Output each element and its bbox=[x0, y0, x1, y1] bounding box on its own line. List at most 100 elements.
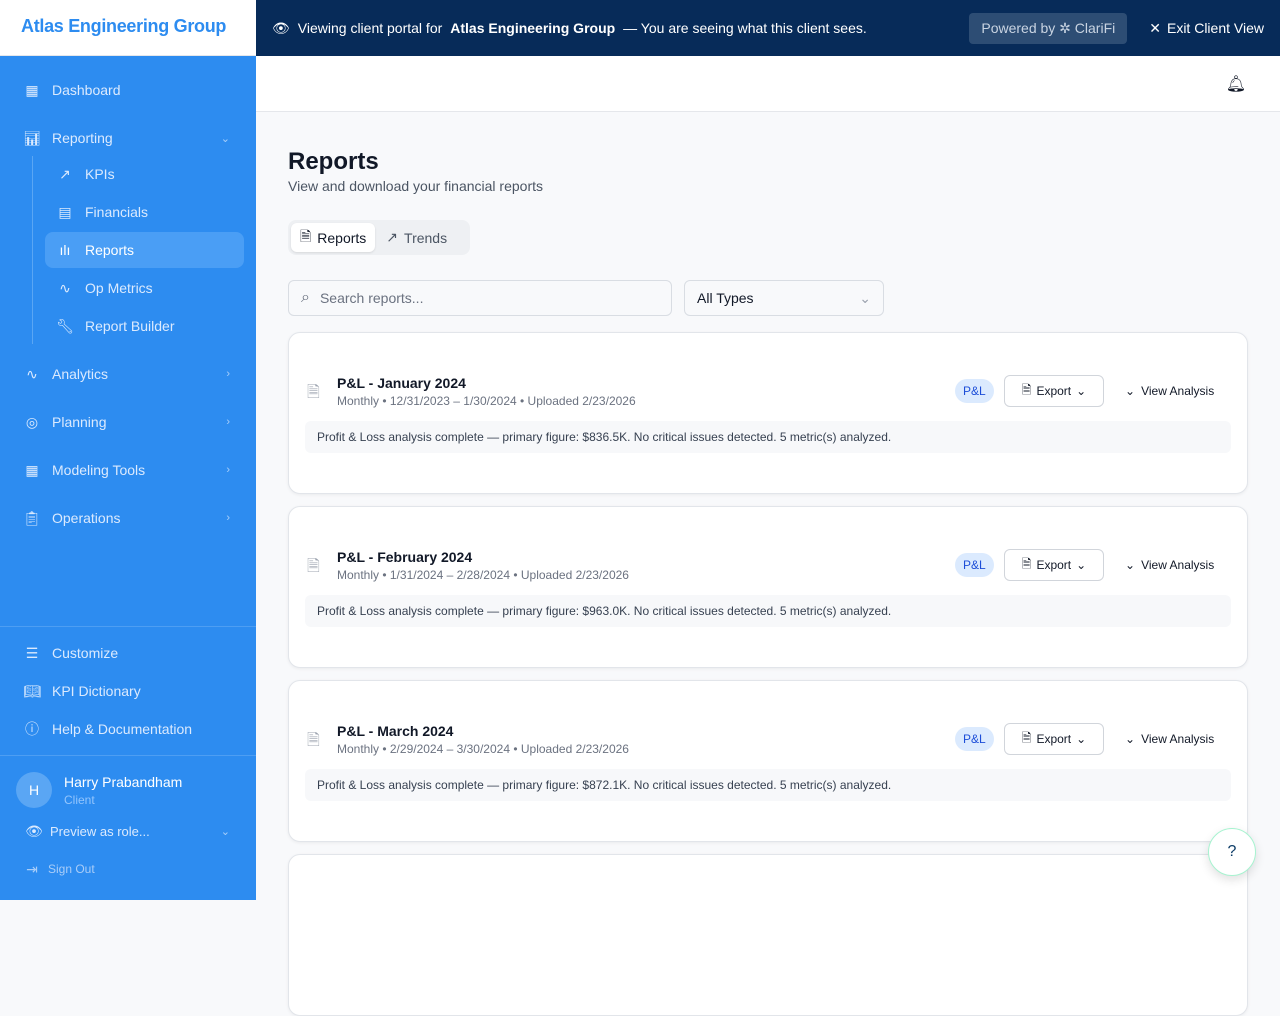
exit-client-view-button[interactable]: ✕ Exit Client View bbox=[1149, 20, 1264, 37]
sidebar-item-financials[interactable]: ▤ Financials bbox=[45, 194, 244, 230]
chevron-down-icon: ⌄ bbox=[1076, 384, 1087, 398]
search-icon: ⌕ bbox=[301, 289, 310, 306]
submenu-line bbox=[32, 156, 33, 344]
report-meta: Monthly • 12/31/2023 – 1/30/2024 • Uploa… bbox=[337, 394, 636, 408]
user-name: Harry Prabandham bbox=[64, 774, 183, 790]
wrench-icon: 🔧︎ bbox=[56, 317, 74, 334]
sidebar-item-operations[interactable]: 📋︎ Operations › bbox=[0, 500, 256, 536]
label: Operations bbox=[52, 510, 121, 526]
sidebar-item-modeling-tools[interactable]: ▦ Modeling Tools › bbox=[0, 452, 256, 488]
view-analysis-label: View Analysis bbox=[1141, 732, 1215, 746]
banner-prefix: Viewing client portal for bbox=[297, 20, 443, 36]
report-title: P&L - January 2024 bbox=[337, 375, 466, 391]
sidebar-item-dashboard[interactable]: ▦ Dashboard bbox=[0, 72, 256, 108]
banner-suffix: — You are seeing what this client sees. bbox=[623, 20, 867, 36]
sidebar-item-analytics[interactable]: ∿ Analytics › bbox=[0, 356, 256, 392]
activity-icon: ∿ bbox=[59, 279, 71, 296]
chevron-down-icon: ⌄ bbox=[1076, 732, 1087, 746]
help-button[interactable]: ? bbox=[1208, 828, 1256, 876]
label: Op Metrics bbox=[85, 280, 153, 296]
label: Report Builder bbox=[85, 318, 175, 334]
export-button[interactable]: 🗎 Export ⌄ bbox=[1004, 723, 1104, 755]
main-content: 🔔︎ Reports View and download your financ… bbox=[256, 56, 1280, 1016]
view-analysis-button[interactable]: ⌄ View Analysis bbox=[1125, 375, 1214, 407]
report-title: P&L - February 2024 bbox=[337, 549, 473, 565]
label: Reporting bbox=[52, 130, 113, 146]
sidebar-item-reports[interactable]: ılı Reports bbox=[45, 232, 244, 268]
chevron-down-icon: ⌄ bbox=[220, 132, 230, 145]
label: Planning bbox=[52, 414, 107, 430]
report-card: 🗎 P&L - March 2024 Monthly • 2/29/2024 –… bbox=[288, 680, 1248, 842]
trending-up-icon: ↗ bbox=[59, 165, 71, 182]
report-summary: Profit & Loss analysis complete — primar… bbox=[305, 421, 1231, 453]
chevron-down-icon: ⌄ bbox=[859, 289, 871, 306]
logout-icon: ⇥ bbox=[26, 860, 38, 877]
type-filter-select[interactable]: All Types ⌄ bbox=[684, 280, 884, 316]
clipboard-icon: 📋︎ bbox=[23, 509, 41, 526]
tab-reports[interactable]: 🗎 Reports bbox=[291, 223, 376, 252]
view-tabs: 🗎 Reports ↗ Trends bbox=[288, 220, 470, 255]
tab-trends[interactable]: ↗ Trends bbox=[377, 223, 456, 252]
label: KPI Dictionary bbox=[52, 683, 141, 699]
sign-out-button[interactable]: ⇥ Sign Out bbox=[0, 851, 256, 887]
file-download-icon: 🗎 bbox=[1021, 730, 1032, 745]
label: Analytics bbox=[52, 366, 109, 382]
view-analysis-label: View Analysis bbox=[1141, 558, 1215, 572]
view-analysis-button[interactable]: ⌄ View Analysis bbox=[1125, 723, 1214, 755]
eye-icon: 👁 bbox=[272, 19, 290, 36]
search-box: ⌕ bbox=[288, 280, 672, 316]
chevron-right-icon: › bbox=[226, 512, 230, 524]
report-title: P&L - March 2024 bbox=[337, 723, 454, 739]
preview-as-role-select[interactable]: 👁︎ Preview as role... ⌄ bbox=[0, 813, 256, 849]
activity-icon: ∿ bbox=[26, 365, 38, 382]
header: 🔔︎ bbox=[256, 56, 1280, 112]
chevron-right-icon: › bbox=[226, 464, 230, 476]
calculator-icon: ▦ bbox=[25, 461, 39, 478]
label: Customize bbox=[52, 645, 119, 661]
bell-icon[interactable]: 🔔︎ bbox=[1226, 74, 1246, 94]
report-summary: Profit & Loss analysis complete — primar… bbox=[305, 769, 1231, 801]
sidebar: ▦ Dashboard 📊︎ Reporting ⌄ ↗ KPIs ▤ Financial… bbox=[0, 56, 256, 900]
spreadsheet-icon: ▤ bbox=[58, 203, 72, 220]
file-icon: 🗎 bbox=[300, 227, 312, 244]
report-card: 🗎 P&L - January 2024 Monthly • 12/31/202… bbox=[288, 332, 1248, 494]
help-circle-icon: ? bbox=[1227, 843, 1237, 860]
sidebar-item-help[interactable]: ⓘ Help & Documentation bbox=[0, 711, 256, 747]
report-type-badge: P&L bbox=[955, 727, 994, 751]
page-subtitle: View and download your financial reports bbox=[288, 178, 544, 194]
label: Reports bbox=[317, 229, 367, 246]
chevron-down-icon: ⌄ bbox=[220, 825, 230, 838]
report-card: 🗎 P&L - February 2024 Monthly • 1/31/202… bbox=[288, 506, 1248, 668]
chevron-down-icon: ⌄ bbox=[1125, 558, 1136, 572]
sidebar-item-op-metrics[interactable]: ∿ Op Metrics bbox=[45, 270, 244, 306]
brand-logo[interactable]: Atlas Engineering Group bbox=[0, 0, 256, 56]
report-type-badge: P&L bbox=[955, 379, 994, 403]
chevron-down-icon: ⌄ bbox=[1125, 732, 1136, 746]
view-analysis-button[interactable]: ⌄ View Analysis bbox=[1125, 549, 1214, 581]
page-title: Reports bbox=[288, 148, 379, 175]
sidebar-item-kpis[interactable]: ↗ KPIs bbox=[45, 156, 244, 192]
export-label: Export bbox=[1036, 558, 1072, 572]
label: Preview as role... bbox=[50, 823, 150, 839]
export-label: Export bbox=[1036, 732, 1072, 746]
book-icon: 📖︎ bbox=[23, 682, 41, 699]
grid-icon: ▦ bbox=[25, 81, 39, 98]
search-input[interactable] bbox=[319, 290, 650, 306]
bar-chart-icon: ılı bbox=[59, 242, 71, 258]
export-button[interactable]: 🗎 Export ⌄ bbox=[1004, 375, 1104, 407]
report-meta: Monthly • 2/29/2024 – 3/30/2024 • Upload… bbox=[337, 742, 629, 756]
label: All Types bbox=[697, 290, 754, 306]
target-icon: ◎ bbox=[25, 413, 39, 430]
exit-label: Exit Client View bbox=[1166, 20, 1264, 36]
sidebar-item-report-builder[interactable]: 🔧︎ Report Builder bbox=[45, 308, 244, 344]
report-type-badge: P&L bbox=[955, 553, 994, 577]
export-button[interactable]: 🗎 Export ⌄ bbox=[1004, 549, 1104, 581]
trending-up-icon: ↗ bbox=[386, 229, 399, 245]
sidebar-item-customize[interactable]: ☰ Customize bbox=[0, 635, 256, 671]
label: Dashboard bbox=[52, 82, 121, 98]
sidebar-item-kpi-dictionary[interactable]: 📖︎ KPI Dictionary bbox=[0, 673, 256, 709]
close-icon: ✕ bbox=[1149, 19, 1161, 36]
sidebar-item-planning[interactable]: ◎ Planning › bbox=[0, 404, 256, 440]
avatar: H bbox=[16, 772, 52, 808]
sidebar-item-reporting[interactable]: 📊︎ Reporting ⌄ bbox=[0, 120, 256, 156]
